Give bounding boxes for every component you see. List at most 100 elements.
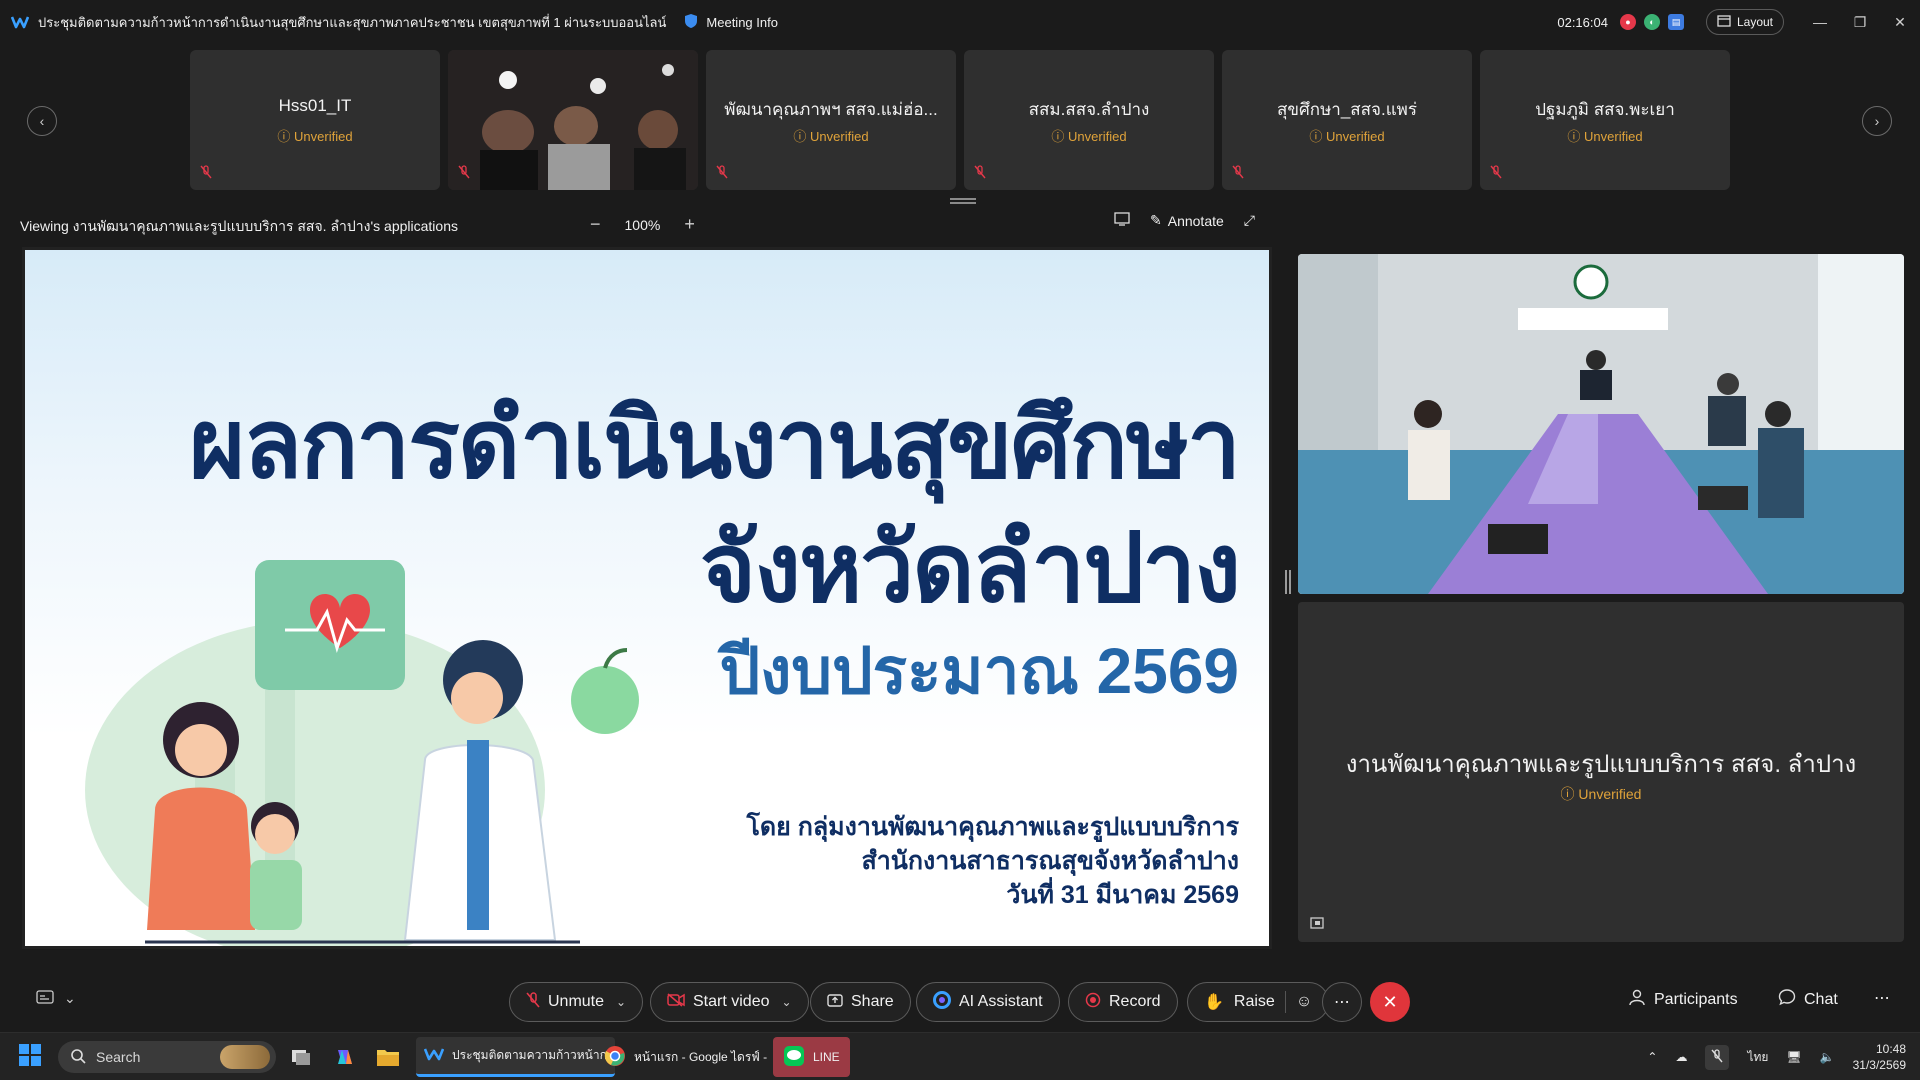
clock-time: 10:48 <box>1875 1042 1906 1056</box>
raise-hand-icon[interactable]: ✋ <box>1204 992 1224 1012</box>
zoom-in-button[interactable]: + <box>684 214 695 235</box>
file-explorer-icon[interactable] <box>376 1033 400 1080</box>
webex-app-label: ประชุมติดตามความก้าวหน้าก <box>452 1048 607 1062</box>
start-button[interactable] <box>18 1033 42 1080</box>
viewing-label: Viewing งานพัฒนาคุณภาพและรูปแบบบริการ สส… <box>20 218 458 234</box>
reactions-icon[interactable]: ☺ <box>1296 993 1312 1011</box>
more-options-button[interactable]: ⋯ <box>1322 982 1362 1022</box>
unverified-badge: ⓘ Unverified <box>1051 129 1127 144</box>
zoom-out-button[interactable]: − <box>590 214 601 235</box>
unverified-badge: ⓘ Unverified <box>793 129 869 144</box>
more-icon: ⋯ <box>1334 994 1350 1011</box>
layout-label: Layout <box>1736 15 1773 29</box>
participant-tile[interactable]: พัฒนาคุณภาพฯ สสจ.แม่ฮ่อ... ⓘ Unverified <box>706 50 956 190</box>
mic-muted-icon <box>716 165 728 184</box>
participant-name: ปฐมภูมิ สสจ.พะเยา <box>1535 100 1675 119</box>
clock-date: 31/3/2569 <box>1852 1058 1906 1072</box>
participants-button[interactable]: Participants <box>1628 988 1738 1011</box>
recording-indicator-icon: ● <box>1619 14 1636 30</box>
pop-out-icon[interactable] <box>1114 212 1130 229</box>
volume-icon[interactable]: 🔈 <box>1820 1050 1835 1064</box>
more-icon: ⋯ <box>1874 990 1890 1007</box>
mic-muted-icon <box>1232 165 1244 184</box>
title-bar: ประชุมติดตามความก้าวหน้าการดำเนินงานสุขศ… <box>0 0 1920 44</box>
unverified-badge: ⓘ Unverified <box>1567 129 1643 144</box>
participant-tile[interactable]: ปฐมภูมิ สสจ.พะเยา ⓘ Unverified <box>1480 50 1730 190</box>
system-clock[interactable]: 10:48 31/3/2569 <box>1853 1041 1906 1073</box>
leave-meeting-button[interactable]: ✕ <box>1370 982 1410 1022</box>
annotate-button[interactable]: ✎ Annotate <box>1150 212 1224 229</box>
participant-name: Hss01_IT <box>278 96 352 115</box>
layout-icon <box>1717 14 1731 30</box>
copilot-icon[interactable] <box>334 1033 356 1080</box>
active-speaker-video[interactable] <box>1298 254 1904 594</box>
participant-video <box>448 50 698 190</box>
language-indicator[interactable]: ไทย <box>1747 1048 1768 1067</box>
zoom-controls: − 100% + <box>590 214 695 235</box>
captions-icon <box>36 990 54 1007</box>
ai-assistant-label: AI Assistant <box>959 993 1043 1010</box>
filmstrip-next-button[interactable]: › <box>1862 106 1892 136</box>
search-icon <box>70 1048 86 1067</box>
filmstrip-resize-handle[interactable] <box>950 198 976 204</box>
restore-icon[interactable]: ❐ <box>1840 0 1880 44</box>
chrome-icon <box>604 1045 626 1070</box>
taskbar-app-chrome[interactable]: หน้าแรก - Google ไดรฟ์ - <box>596 1037 775 1077</box>
participant-tile[interactable]: สสม.สสจ.ลำปาง ⓘ Unverified <box>964 50 1214 190</box>
share-button[interactable]: Share <box>810 982 911 1022</box>
participant-panel-tile[interactable]: งานพัฒนาคุณภาพและรูปแบบบริการ สสจ. ลำปาง… <box>1298 602 1904 942</box>
filmstrip-prev-button[interactable]: ‹ <box>27 106 57 136</box>
participant-video-tile[interactable] <box>448 50 698 190</box>
meeting-info-button[interactable]: Meeting Info <box>684 13 778 32</box>
chevron-down-icon[interactable]: ⌄ <box>616 995 626 1009</box>
chevron-left-icon: ‹ <box>39 113 45 129</box>
mic-muted-tray-icon[interactable] <box>1705 1044 1730 1070</box>
close-icon[interactable]: ✕ <box>1880 0 1920 44</box>
pane-splitter[interactable] <box>1285 570 1291 594</box>
search-highlight-icon <box>220 1045 270 1069</box>
ai-assistant-icon <box>933 990 951 1014</box>
taskbar-app-line[interactable]: LINE <box>773 1037 850 1077</box>
meeting-title: ประชุมติดตามความก้าวหน้าการดำเนินงานสุขศ… <box>38 14 667 30</box>
chevron-up-icon[interactable]: ⌃ <box>1647 1050 1657 1064</box>
taskbar-app-webex[interactable]: ประชุมติดตามความก้าวหน้าก <box>416 1037 615 1077</box>
raise-label[interactable]: Raise <box>1234 993 1275 1011</box>
captions-control[interactable]: ⌄ <box>36 990 76 1007</box>
more-panels-button[interactable]: ⋯ <box>1874 988 1890 1008</box>
participant-tile[interactable]: Hss01_IT ⓘ Unverified <box>190 50 440 190</box>
share-tools: ✎ Annotate ⤢ <box>1114 212 1255 229</box>
record-button[interactable]: Record <box>1068 982 1178 1022</box>
webex-logo-icon <box>423 1046 445 1065</box>
unmute-button[interactable]: Unmute ⌄ <box>509 982 644 1022</box>
minimize-icon[interactable]: — <box>1800 0 1840 44</box>
unmute-label: Unmute <box>548 993 605 1010</box>
participants-icon <box>1628 988 1646 1011</box>
meeting-controls: ⌄ Unmute ⌄ Start video ⌄ Share AI Assist… <box>0 978 1920 1026</box>
health-illustration <box>85 560 639 946</box>
chrome-app-label: หน้าแรก - Google ไดรฟ์ - <box>634 1049 768 1064</box>
layout-button[interactable]: Layout <box>1705 9 1784 35</box>
chat-button[interactable]: Chat <box>1778 988 1838 1011</box>
sync-indicator-icon: ◐ <box>1643 14 1660 30</box>
picture-in-picture-icon[interactable] <box>1310 916 1324 934</box>
shared-content: ผลการดำเนินงานสุขศึกษา จังหวัดลำปาง ปีงบ… <box>22 247 1272 949</box>
app-window: ประชุมติดตามความก้าวหน้าการดำเนินงานสุขศ… <box>0 0 1920 1080</box>
start-video-label: Start video <box>693 993 770 1010</box>
zoom-level: 100% <box>624 216 661 233</box>
task-view-icon[interactable] <box>290 1033 312 1080</box>
ai-assistant-button[interactable]: AI Assistant <box>916 982 1060 1022</box>
record-icon <box>1085 992 1101 1013</box>
participant-tile[interactable]: สุขศึกษา_สสจ.แพร่ ⓘ Unverified <box>1222 50 1472 190</box>
taskbar-search[interactable]: Search <box>58 1041 276 1073</box>
whiteboard-icon[interactable]: ▤ <box>1667 14 1684 30</box>
chevron-right-icon: › <box>1874 113 1880 129</box>
network-icon[interactable]: 🖥 <box>1786 1050 1801 1064</box>
fullscreen-icon[interactable]: ⤢ <box>1244 212 1255 229</box>
cloud-off-icon[interactable]: ☁ <box>1675 1050 1687 1064</box>
pen-icon: ✎ <box>1150 212 1162 228</box>
chevron-down-icon[interactable]: ⌄ <box>781 995 791 1009</box>
share-label: Share <box>851 993 894 1010</box>
slide-byline-3: วันที่ 31 มีนาคม 2569 <box>1006 881 1239 909</box>
start-video-button[interactable]: Start video ⌄ <box>650 982 809 1022</box>
unverified-badge: ⓘ Unverified <box>277 129 353 144</box>
